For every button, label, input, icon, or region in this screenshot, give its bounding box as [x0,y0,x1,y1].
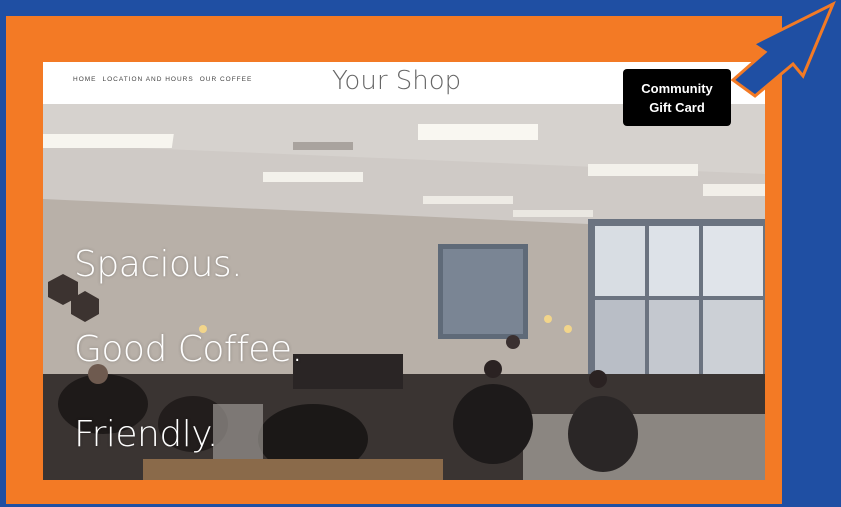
hero-line-good-coffee: Good Coffee. [74,329,303,370]
nav-home[interactable]: HOME [73,76,97,83]
nav-our-coffee[interactable]: OUR COFFEE [200,76,253,83]
site-brand[interactable]: Your Shop [332,66,461,96]
hero-line-spacious: Spacious. [74,244,243,285]
main-nav: HOME LOCATION AND HOURS OUR COFFEE [73,76,252,83]
hero-image: Spacious. Good Coffee. Friendly. [43,104,765,480]
community-gift-card-label: Community Gift Card [641,80,713,115]
arrow-pointer-icon [730,0,836,98]
community-gift-card-button[interactable]: Community Gift Card [623,69,731,126]
nav-location-and-hours[interactable]: LOCATION AND HOURS [103,76,194,83]
hero-line-friendly: Friendly. [74,414,218,455]
